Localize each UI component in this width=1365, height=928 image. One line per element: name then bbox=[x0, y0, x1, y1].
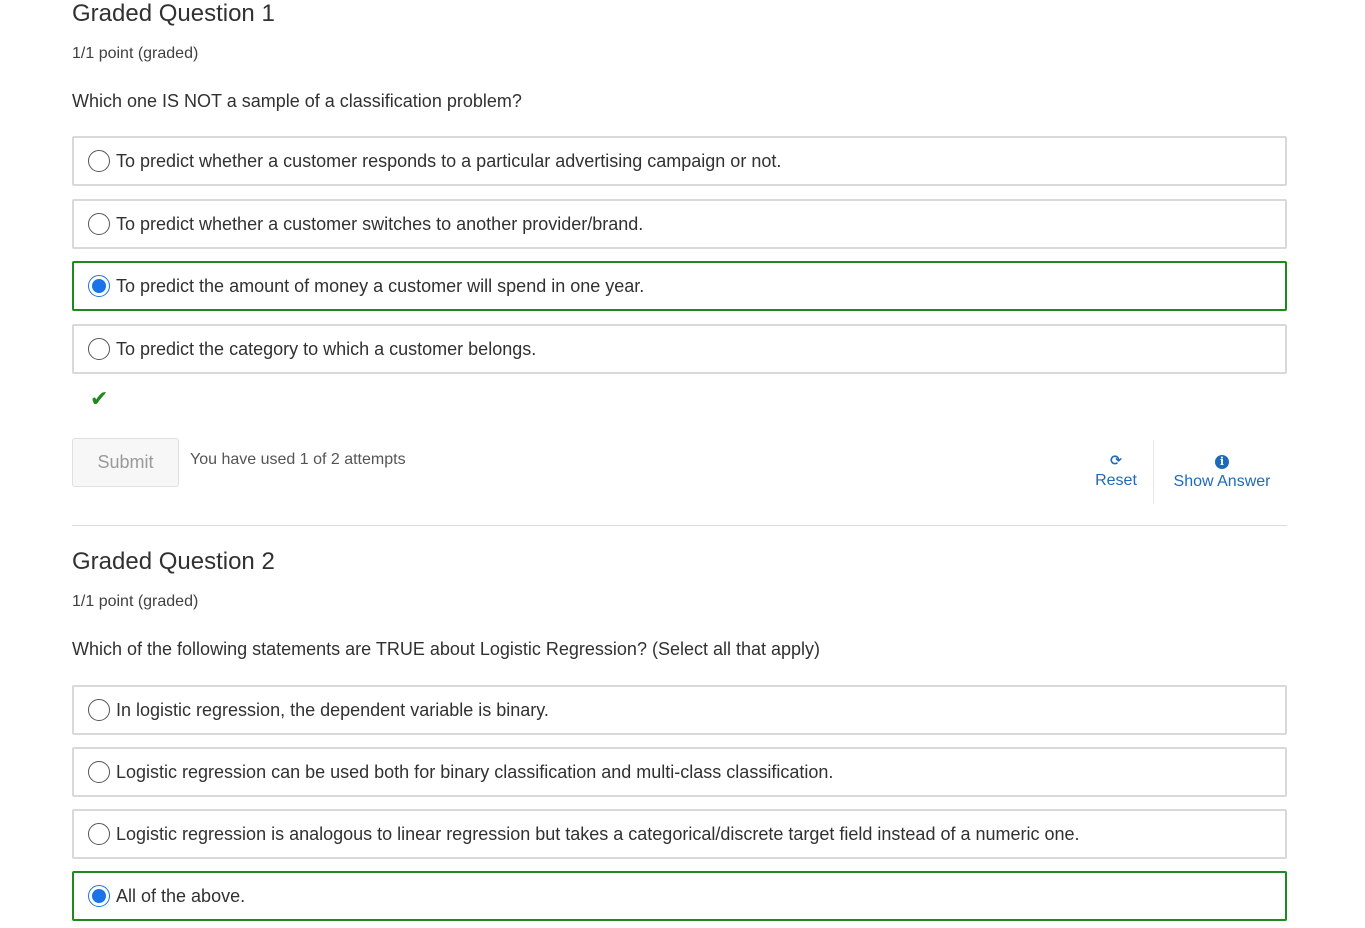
q2-choice-4[interactable]: All of the above. bbox=[72, 871, 1287, 921]
choice-label: Logistic regression can be used both for… bbox=[116, 761, 834, 782]
radio-button[interactable] bbox=[88, 699, 110, 721]
choice-label: To predict whether a customer responds t… bbox=[116, 150, 782, 171]
q2-choice-2[interactable]: Logistic regression can be used both for… bbox=[72, 747, 1287, 797]
radio-button[interactable] bbox=[88, 338, 110, 360]
radio-button-selected[interactable] bbox=[88, 275, 110, 297]
choice-label: To predict the amount of money a custome… bbox=[116, 275, 645, 296]
radio-button[interactable] bbox=[88, 823, 110, 845]
q1-choice-2[interactable]: To predict whether a customer switches t… bbox=[72, 199, 1287, 249]
radio-button[interactable] bbox=[88, 213, 110, 235]
choice-label: Logistic regression is analogous to line… bbox=[116, 823, 1080, 844]
check-icon: ✔ bbox=[90, 386, 109, 411]
info-icon: i bbox=[1215, 455, 1229, 469]
q2-choice-3[interactable]: Logistic regression is analogous to line… bbox=[72, 809, 1287, 859]
section-divider bbox=[72, 525, 1287, 526]
q1-choice-3[interactable]: To predict the amount of money a custome… bbox=[72, 261, 1287, 311]
question-2-points: 1/1 point (graded) bbox=[72, 593, 199, 610]
reset-label: Reset bbox=[1095, 472, 1137, 489]
reset-button[interactable]: ⟳ Reset bbox=[1089, 452, 1143, 490]
radio-button[interactable] bbox=[88, 150, 110, 172]
question-1-points: 1/1 point (graded) bbox=[72, 45, 199, 62]
question-2-prompt: Which of the following statements are TR… bbox=[72, 639, 821, 659]
choice-label: In logistic regression, the dependent va… bbox=[116, 699, 549, 720]
question-1-title: Graded Question 1 bbox=[72, 0, 275, 27]
show-answer-label: Show Answer bbox=[1173, 473, 1271, 490]
radio-button[interactable] bbox=[88, 761, 110, 783]
action-divider bbox=[1153, 440, 1154, 504]
show-answer-button[interactable]: i Show Answer bbox=[1167, 452, 1277, 491]
q1-choice-1[interactable]: To predict whether a customer responds t… bbox=[72, 136, 1287, 186]
choice-label: To predict whether a customer switches t… bbox=[116, 213, 644, 234]
choice-label: To predict the category to which a custo… bbox=[116, 338, 537, 359]
q1-choice-4[interactable]: To predict the category to which a custo… bbox=[72, 324, 1287, 374]
refresh-icon: ⟳ bbox=[1110, 452, 1122, 468]
q2-choice-1[interactable]: In logistic regression, the dependent va… bbox=[72, 685, 1287, 735]
radio-button-selected[interactable] bbox=[88, 885, 110, 907]
question-1-prompt: Which one IS NOT a sample of a classific… bbox=[72, 91, 522, 111]
attempts-status: You have used 1 of 2 attempts bbox=[190, 451, 406, 468]
submit-button[interactable]: Submit bbox=[72, 438, 179, 487]
choice-label: All of the above. bbox=[116, 885, 246, 906]
question-2-title: Graded Question 2 bbox=[72, 548, 275, 575]
